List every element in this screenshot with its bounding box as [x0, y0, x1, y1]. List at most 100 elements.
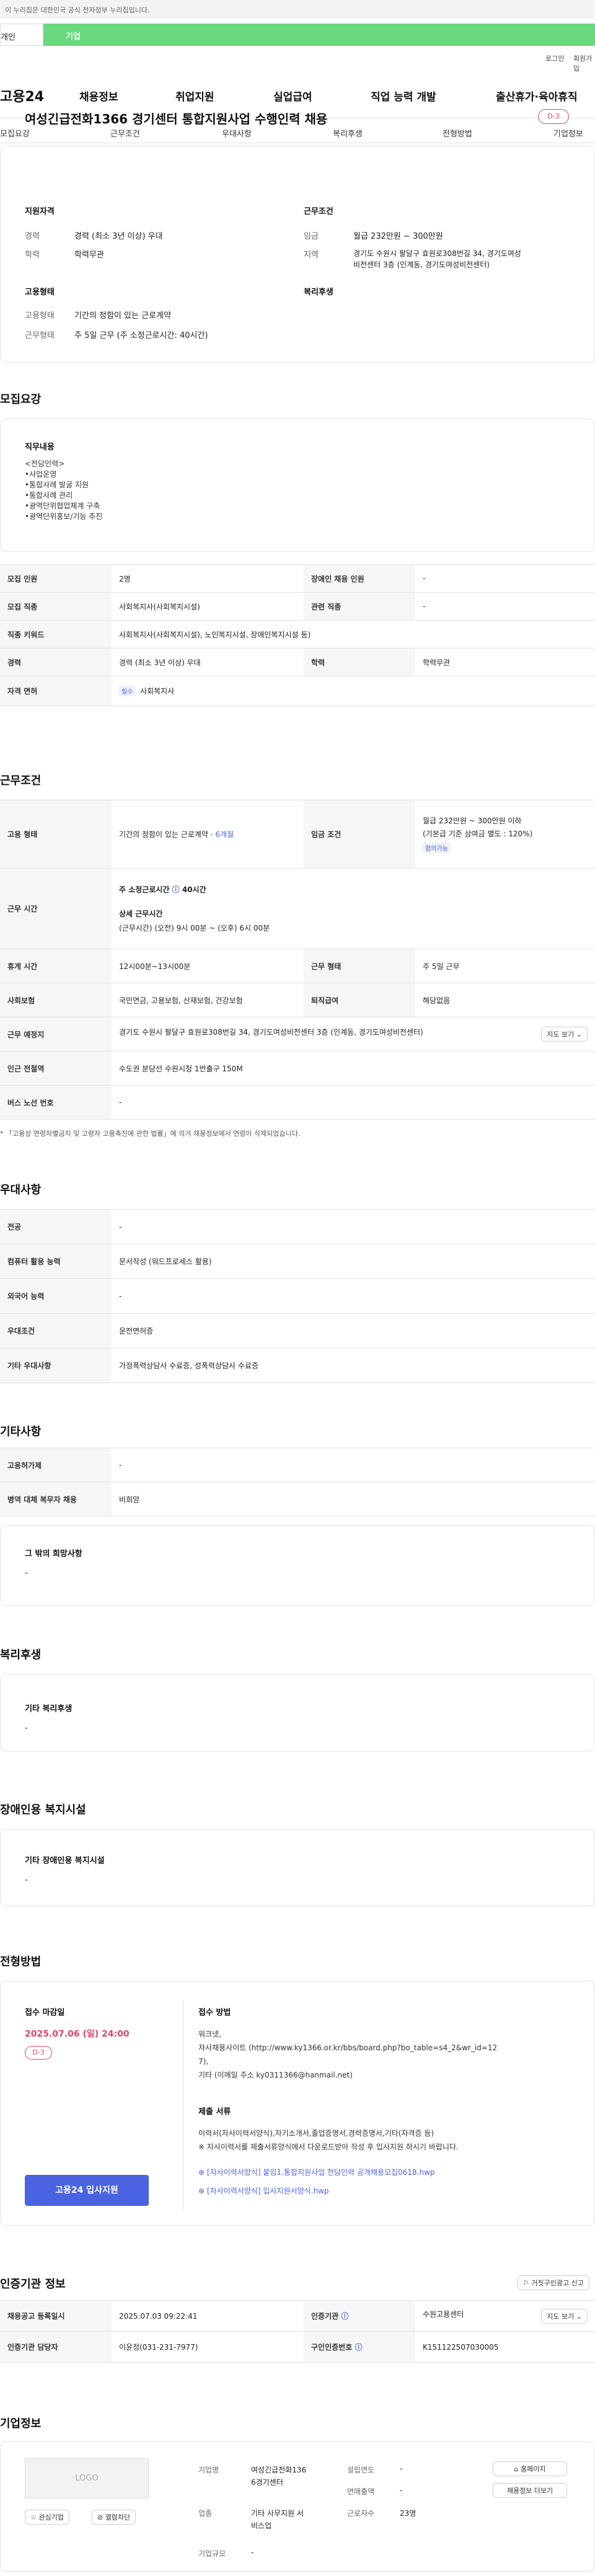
disabled-box-heading: 기타 장애인용 복지시설 [25, 1856, 105, 1866]
industry-value-1: 기타 사무지원 서 [251, 2509, 304, 2518]
method-list: 워크넷, 자사채용사이트 (http://www.ky1366.or.kr/bb… [198, 2027, 583, 2082]
prefer-heading: 우대사항 [0, 1184, 42, 1197]
map-button-label: 지도 보기 [547, 1030, 575, 1038]
required-chip: 필수 [119, 686, 136, 696]
tab-recruit[interactable]: 모집요강 [0, 127, 30, 139]
emp-type-value: 기간의 정함이 있는 근로계약 · [119, 830, 213, 839]
region-label: 지역 [304, 250, 319, 260]
map-button[interactable]: 지도 보기 ⌄ [541, 1027, 588, 1042]
cert-heading: 인증기관 정보 [0, 2278, 66, 2291]
auth-key: 구인인증번호 [311, 2343, 353, 2352]
cell-key: 임금 조건 [304, 800, 415, 869]
conditions-heading: 근무조건 [0, 774, 42, 787]
cell-key: 고용 형태 [0, 800, 112, 869]
career-label: 경력 [25, 232, 40, 241]
method-line: 워크넷, [198, 2030, 221, 2038]
welfare-card [0, 1674, 595, 1751]
docs-line: 이력서(자사이력서양식),자기소개서,졸업증명서,경력증명서,기타(자격증 등) [198, 2129, 434, 2138]
tab-conditions[interactable]: 근무조건 [110, 127, 140, 139]
method-line: 기타 (이메일 주소 ky0311366@hanmail.net) [198, 2071, 353, 2079]
etc-table: 고용허가제 - 병역 대체 복무자 채용 비희망 [0, 1448, 595, 1516]
tab-company[interactable]: 기업 [43, 24, 595, 46]
etc-wish-card [0, 1525, 595, 1606]
cell-key: 전공 [0, 1209, 112, 1244]
company-heading: 기업정보 [0, 2417, 42, 2430]
table-row: 우대조건 운전면허증 [0, 1313, 595, 1348]
table-row: 컴퓨터 활용 능력 문서작성 (워드프로세스 활용) [0, 1244, 595, 1279]
site-logo[interactable]: 고용24 [0, 86, 44, 105]
cell-value: 경기도 수원시 팔달구 효원로308번길 34, 경기도여성비전센터 3층 (인… [112, 1017, 595, 1051]
wage-label: 임금 [304, 232, 319, 241]
process-heading: 전형방법 [0, 1955, 42, 1968]
home-icon: ⌂ [514, 2465, 519, 2473]
cell-value: 필수 사회복지사 [112, 676, 595, 706]
table-row: 버스 노선 번호 - [0, 1085, 595, 1120]
org-value: 수원고용센터 [423, 2309, 464, 2319]
cert-map-button-label: 지도 보기 [547, 2312, 575, 2321]
report-button[interactable]: ⚐ 거짓구인광고 신고 [518, 2275, 589, 2290]
company-size-value: - [251, 2548, 254, 2557]
detail-hours-value: (근무시간) (오전) 9시 00분 ~ (오후) 6시 00분 [119, 924, 270, 932]
cert-table: 채용공고 등록일시 2025.07.03 09:22:41 인증기관 ⓘ 수원고용… [0, 2300, 595, 2363]
user-type-toggle: 개인 기업 [0, 24, 595, 46]
wage-value: 월급 232만원 ~ 300만원 [353, 232, 443, 241]
report-icon: ⚐ [523, 2279, 529, 2287]
tab-prefer[interactable]: 우대사항 [222, 127, 252, 139]
duty-line: •사업운영 [25, 470, 57, 479]
table-row: 인근 전철역 수도권 분당선 수원시청 1번출구 150M [0, 1051, 595, 1086]
login-link[interactable]: 로그인 [545, 53, 564, 63]
nav-job-training[interactable]: 직업 능력 개발 [371, 88, 436, 104]
wage-range: 월급 232만원 ~ 300만원 이하 [423, 817, 522, 825]
table-row: 사회보험 국민연금, 고용보험, 산재보험, 건강보험 퇴직급여 해당없음 [0, 983, 595, 1017]
nav-unemployment-benefit[interactable]: 실업급여 [273, 88, 312, 104]
favorite-company-button[interactable]: ☆ 관심기업 [25, 2510, 69, 2525]
nav-jobs[interactable]: 채용정보 [79, 88, 118, 104]
tab-process[interactable]: 전형방법 [443, 127, 472, 139]
nav-parental-leave[interactable]: 출산휴가·육아휴직 [496, 88, 578, 104]
cell-value: 2명 [112, 564, 304, 593]
region-value-2: 비전센터 3층 (인계동, 경기도여성비전센터) [353, 260, 490, 269]
cell-key: 구인인증번호 ⓘ [304, 2331, 415, 2363]
block-view-button[interactable]: ⊘ 열람차단 [92, 2510, 136, 2525]
sales-key: 연매출액 [347, 2487, 375, 2496]
cert-map-button[interactable]: 지도 보기 ⌄ [541, 2308, 588, 2324]
cell-key: 인증기관 담당자 [0, 2331, 112, 2363]
block-icon: ⊘ [97, 2513, 104, 2521]
report-button-label: 거짓구인광고 신고 [531, 2279, 584, 2287]
cell-value: 2025.07.03 09:22:41 [112, 2300, 304, 2332]
table-row: 근무 예정지 경기도 수원시 팔달구 효원로308번길 34, 경기도여성비전센… [0, 1017, 595, 1051]
file-link-1[interactable]: ⊕ [자사이력서양식] 붙임1.통합지원사업 전담인력 공개채용모집0618.h… [198, 2167, 435, 2177]
welfare-section-heading: 복리후생 [0, 1649, 42, 1662]
file-link-2[interactable]: ⊕ [자사이력서양식] 입사지원서양식.hwp [198, 2185, 328, 2196]
more-jobs-button[interactable]: 채용정보 더보기 [493, 2483, 567, 2498]
info-icon[interactable]: ⓘ [341, 2312, 348, 2321]
star-icon: ☆ [30, 2513, 37, 2521]
info-icon[interactable]: ⓘ [355, 2343, 362, 2352]
tab-personal-label: 개인 [1, 33, 15, 42]
duty-line: •광역단위협업체계 구축 [25, 502, 100, 510]
docs-line: ※ 자사이력서를 제출서류양식에서 다운로드받아 작성 후 입사지원 하시기 바… [198, 2143, 459, 2151]
process-dday-badge: D-3 [25, 2046, 52, 2060]
gov-notice-text: 이 누리집은 대한민국 공식 전자정부 누리집입니다. [5, 6, 150, 14]
attachment-icon: ⊕ [198, 2187, 205, 2195]
join-link[interactable]: 회원가입 [573, 53, 595, 73]
license-value: 사회복지사 [140, 687, 175, 696]
company-name-value-1: 여성긴급전화136 [251, 2466, 307, 2474]
tab-personal[interactable]: 개인 [0, 24, 43, 46]
info-icon[interactable]: ⓘ [172, 885, 180, 894]
homepage-button[interactable]: ⌂ 홈페이지 [493, 2461, 567, 2476]
nav-employment-support[interactable]: 취업지원 [175, 88, 214, 104]
apply-button[interactable]: 고용24 입사지원 [25, 2175, 149, 2206]
tab-company-info[interactable]: 기업정보 [553, 127, 583, 139]
table-row: 경력 경력 (최소 3년 이상) 우대 학력 학력무관 [0, 648, 595, 676]
file-link-1-label: [자사이력서양식] 붙임1.통합지원사업 전담인력 공개채용모집0618.hwp [206, 2168, 435, 2177]
etc-wish-value: - [25, 1569, 28, 1578]
cell-key: 병역 대체 복무자 채용 [0, 1482, 112, 1516]
org-key: 인증기관 [311, 2312, 339, 2321]
detail-hours-label: 상세 근무시간 [119, 910, 163, 918]
tab-welfare[interactable]: 복리후생 [333, 127, 363, 139]
emp-label: 고용형태 [25, 311, 55, 321]
cell-value: 기간의 정함이 있는 근로계약 · 6개월 [112, 800, 304, 869]
cell-value: 경력 (최소 3년 이상) 우대 [112, 648, 304, 676]
docs-heading: 제출 서류 [198, 2107, 231, 2117]
